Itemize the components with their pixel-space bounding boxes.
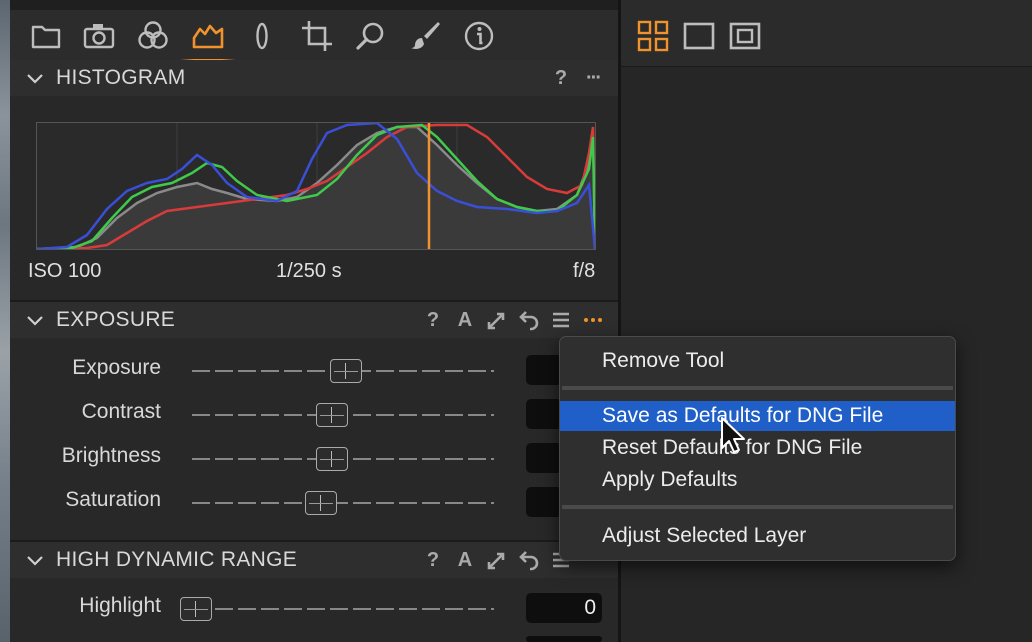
mouse-cursor-icon [721, 417, 745, 453]
info-icon [464, 21, 494, 51]
brush-icon [411, 22, 440, 49]
help-icon[interactable]: ? [421, 548, 445, 572]
menu-item-apply-defaults[interactable]: Apply Defaults [560, 465, 955, 495]
slider-label: Brightness [61, 444, 161, 467]
slider-value-field[interactable] [526, 636, 602, 642]
shutter-speed-value: 1/250 s [276, 260, 342, 282]
tab-composition[interactable] [297, 16, 337, 56]
help-icon[interactable]: ? [549, 66, 573, 90]
slider-label: Saturation [65, 488, 161, 511]
menu-item-label: Apply Defaults [602, 468, 738, 491]
menu-item-label: Remove Tool [602, 349, 725, 372]
menu-item-label: Adjust Selected Layer [602, 524, 807, 547]
histogram-header[interactable]: HISTOGRAM ? ··· [10, 60, 618, 96]
histogram-graph [36, 121, 597, 251]
histogram-luminance-fill [37, 127, 595, 249]
camera-icon [83, 24, 115, 49]
magnifier-icon [356, 22, 384, 50]
tab-lens[interactable] [242, 16, 282, 56]
iso-value: ISO 100 [28, 260, 102, 282]
tool-tabs-bar [10, 10, 618, 62]
tab-details[interactable] [351, 16, 391, 56]
grid-view-icon[interactable] [637, 20, 669, 52]
presets-icon[interactable] [549, 308, 573, 332]
copy-apply-icon[interactable] [485, 308, 509, 332]
tab-capture[interactable] [79, 16, 119, 56]
menu-item-remove-tool[interactable]: Remove Tool [560, 346, 955, 376]
color-circles-icon [138, 21, 168, 49]
chevron-down-icon[interactable] [26, 69, 44, 87]
slider-track[interactable] [192, 502, 494, 504]
slider-handle[interactable] [180, 597, 212, 621]
framed-view-icon[interactable] [729, 20, 761, 52]
more-options-icon[interactable] [581, 308, 605, 332]
histogram-plot [36, 121, 597, 251]
more-options-icon[interactable]: ··· [581, 66, 605, 90]
hdr-header[interactable]: HIGH DYNAMIC RANGE ? A [10, 540, 618, 578]
aperture-value: f/8 [573, 260, 596, 282]
chevron-down-icon[interactable] [26, 551, 44, 569]
tab-color[interactable] [133, 16, 173, 56]
section-title: HIGH DYNAMIC RANGE [56, 548, 298, 571]
menu-item-reset-defaults[interactable]: Reset Defaults for DNG File [560, 433, 955, 463]
context-menu: Remove Tool Save as Defaults for DNG Fil… [559, 336, 956, 561]
tab-library[interactable] [26, 16, 66, 56]
help-icon[interactable]: ? [421, 308, 445, 332]
section-title: EXPOSURE [56, 308, 176, 331]
reset-icon[interactable] [517, 548, 541, 572]
tool-panel: HISTOGRAM ? ··· ISO 100 1/250 s f/8 EXPO… [10, 0, 618, 642]
folder-icon [31, 25, 61, 49]
menu-separator [562, 505, 953, 509]
slider-handle[interactable] [316, 447, 348, 471]
single-view-icon[interactable] [683, 20, 715, 52]
exposure-icon [192, 24, 224, 49]
chevron-down-icon[interactable] [26, 311, 44, 329]
menu-separator [562, 386, 953, 390]
section-title: HISTOGRAM [56, 66, 186, 89]
slider-handle[interactable] [316, 403, 348, 427]
tab-exposure[interactable] [180, 16, 236, 62]
tab-adjustments[interactable] [405, 16, 445, 56]
slider-handle[interactable] [329, 359, 362, 383]
reset-icon[interactable] [517, 308, 541, 332]
slider-label: Contrast [81, 400, 161, 423]
auto-adjust-icon[interactable]: A [453, 548, 477, 572]
crop-icon [302, 21, 332, 51]
copy-apply-icon[interactable] [485, 548, 509, 572]
exposure-header[interactable]: EXPOSURE ? A [10, 300, 618, 338]
tab-metadata[interactable] [459, 16, 499, 56]
menu-item-save-defaults[interactable]: Save as Defaults for DNG File [560, 401, 955, 431]
viewer-toolbar [621, 0, 1032, 67]
background-photo-edge [0, 0, 10, 642]
slider-handle[interactable] [305, 491, 338, 515]
slider-label: Highlight [79, 594, 161, 617]
slider-label: Exposure [72, 356, 161, 379]
auto-adjust-icon[interactable]: A [453, 308, 477, 332]
panel-top-strip [10, 0, 618, 10]
slider-track[interactable] [192, 608, 494, 610]
lens-icon [256, 22, 268, 50]
menu-item-adjust-selected-layer[interactable]: Adjust Selected Layer [560, 521, 955, 551]
slider-value-field[interactable]: 0 [526, 593, 602, 623]
